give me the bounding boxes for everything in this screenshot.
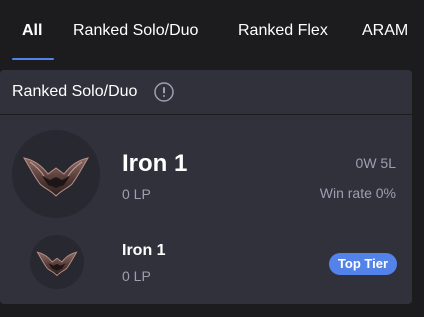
iron-emblem-icon [22, 157, 90, 197]
win-loss-record: 0W 5L [355, 155, 396, 171]
tab-all[interactable]: All [22, 22, 42, 40]
current-lp: 0 LP [122, 186, 151, 202]
peak-lp: 0 LP [122, 268, 151, 284]
card-title: Ranked Solo/Duo [12, 83, 138, 100]
iron-emblem-icon [36, 251, 78, 277]
tab-aram[interactable]: ARAM [362, 22, 408, 40]
info-circle-icon[interactable] [154, 82, 174, 102]
tab-ranked-flex[interactable]: Ranked Flex [238, 22, 328, 40]
peak-rank-emblem [30, 235, 84, 289]
queue-tabs: All Ranked Solo/Duo Ranked Flex ARAM [0, 0, 424, 62]
peak-tier: Iron 1 [122, 242, 166, 259]
tab-ranked-solo-duo[interactable]: Ranked Solo/Duo [73, 22, 198, 40]
current-tier: Iron 1 [122, 150, 188, 177]
ranked-card: Ranked Solo/Duo Iron 1 0 LP 0W 5L Win ra… [0, 70, 412, 304]
current-rank-emblem [12, 130, 100, 218]
top-tier-badge: Top Tier [328, 253, 397, 275]
win-rate: Win rate 0% [319, 185, 396, 201]
active-tab-indicator [12, 58, 54, 60]
card-header: Ranked Solo/Duo [0, 70, 412, 115]
